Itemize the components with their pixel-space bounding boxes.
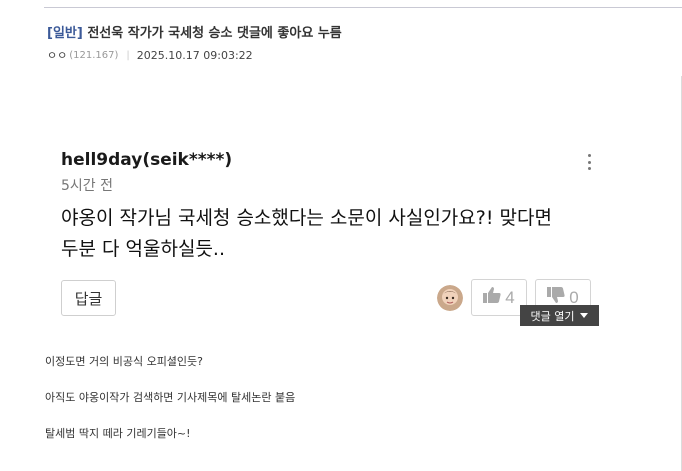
caret-down-icon xyxy=(580,313,589,318)
thumbs-up-icon xyxy=(483,287,501,308)
post-date: 2025.10.17 09:03:22 xyxy=(136,48,253,62)
post-body-line: 탈세범 딱지 떼라 기레기들아~! xyxy=(45,427,191,440)
comment-text: 야옹이 작가님 국세청 승소했다는 소문이 사실인가요?! 맞다면 두분 다 억… xyxy=(61,203,621,265)
post-author-nick[interactable]: ㅇㅇ xyxy=(47,47,67,63)
post-title: [일반] 전선욱 작가가 국세청 승소 댓글에 좋아요 누름 xyxy=(47,22,342,41)
open-replies-label: 댓글 열기 xyxy=(530,309,575,323)
post-author-ip: (121.167) xyxy=(69,49,119,61)
top-divider xyxy=(44,7,682,8)
open-replies-button[interactable]: 댓글 열기 xyxy=(520,305,599,326)
post-body-line: 이정도면 거의 비공식 오피셜인듯? xyxy=(45,355,204,368)
post-meta: ㅇㅇ (121.167) | 2025.10.17 09:03:22 xyxy=(47,47,253,63)
post-title-text: 전선욱 작가가 국세청 승소 댓글에 좋아요 누름 xyxy=(87,26,342,41)
comment-text-line: 두분 다 억울하실듯.. xyxy=(61,238,225,260)
comment-time: 5시간 전 xyxy=(61,178,113,194)
comment-author[interactable]: hell9day(seik****) xyxy=(61,150,232,170)
avatar[interactable] xyxy=(437,285,463,311)
kebab-menu-icon[interactable] xyxy=(581,151,597,173)
post-body-line: 아직도 야옹이작가 검색하면 기사제목에 탈세논란 붙음 xyxy=(45,391,296,404)
like-count: 4 xyxy=(505,287,515,307)
like-button[interactable]: 4 xyxy=(471,279,527,316)
comment-text-line: 야옹이 작가님 국세청 승소했다는 소문이 사실인가요?! 맞다면 xyxy=(61,207,552,229)
meta-separator: | xyxy=(126,49,130,61)
post-category: [일반] xyxy=(47,26,83,41)
reply-button[interactable]: 답글 xyxy=(61,280,116,316)
